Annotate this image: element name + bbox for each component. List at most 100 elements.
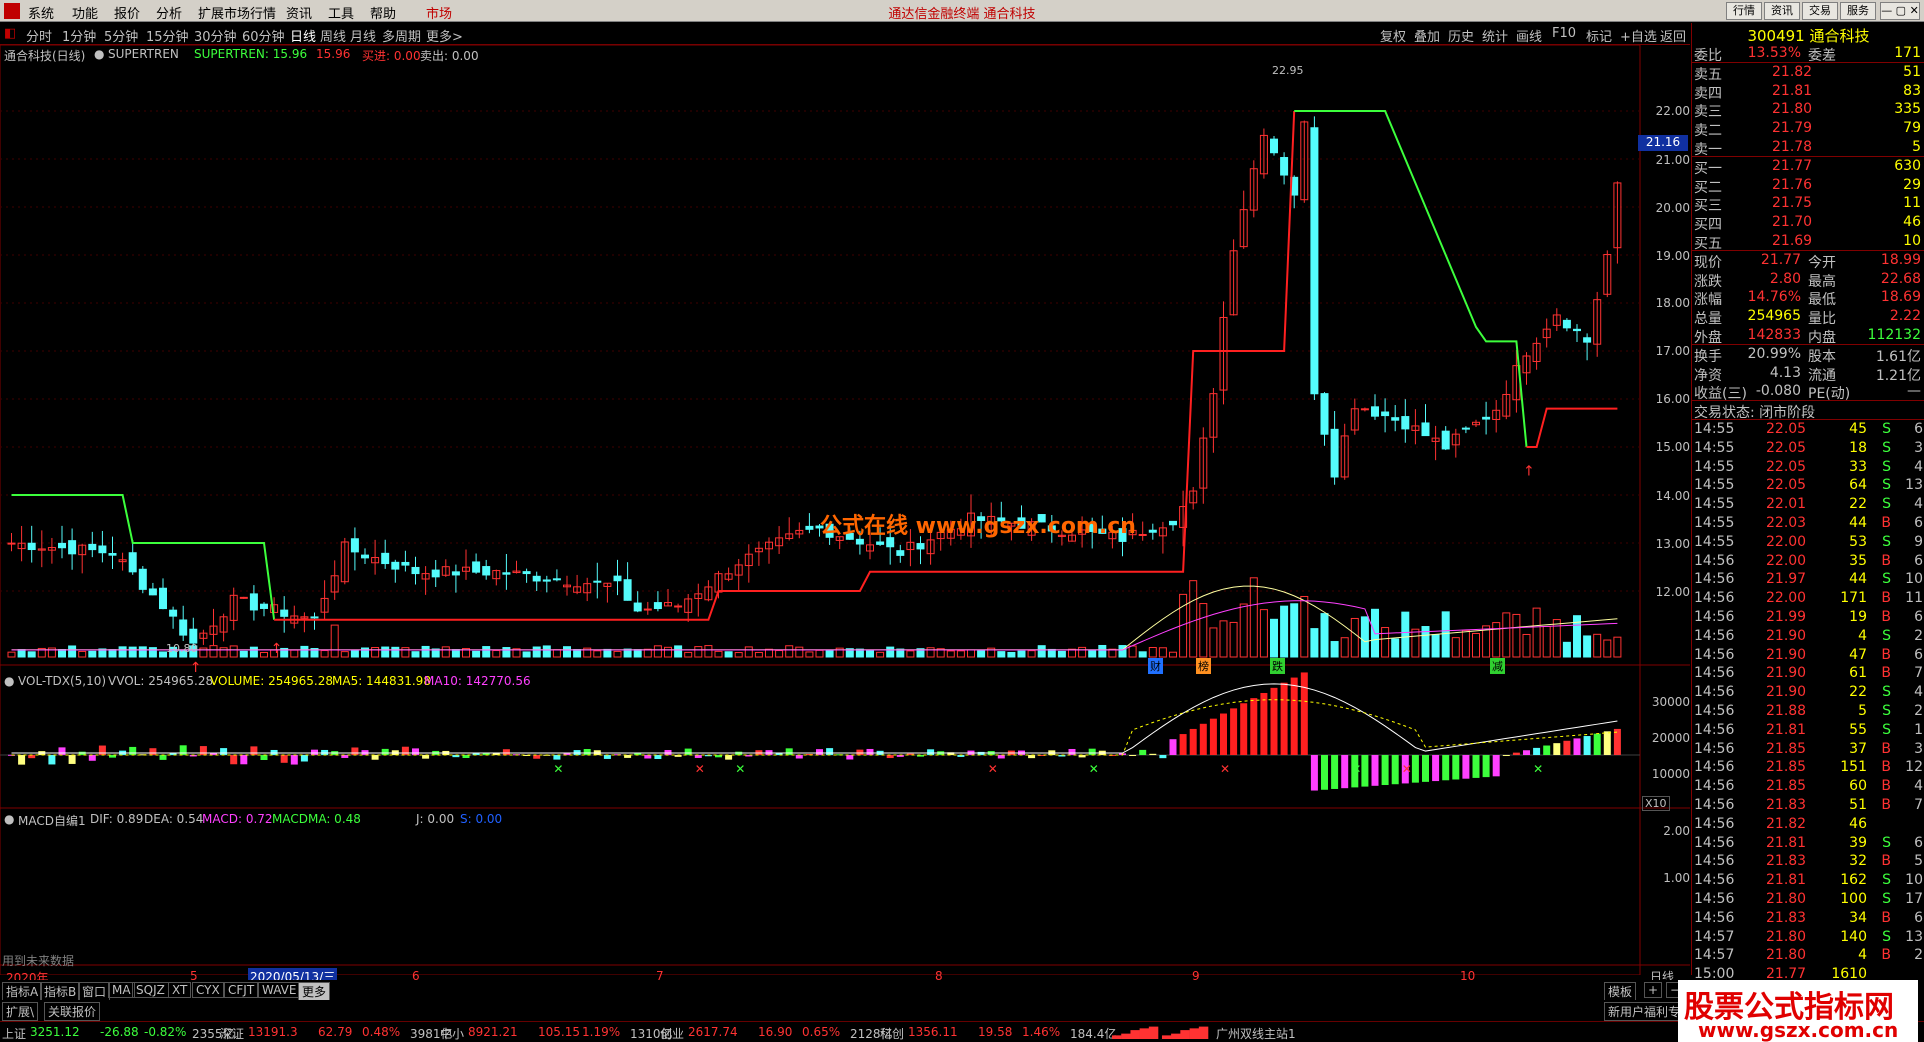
tab-sqjz[interactable]: SQJZ [132, 982, 169, 998]
menu-item-extended-market[interactable]: 扩展市场行情 [198, 3, 276, 22]
tick-price: 21.97 [1766, 571, 1807, 588]
server-station[interactable]: 广州双线主站1 [1216, 1025, 1296, 1042]
tick-price: 21.85 [1766, 759, 1807, 776]
tab-extension[interactable]: 扩展\ [2, 1002, 39, 1021]
menu-item-help[interactable]: 帮助 [370, 3, 396, 22]
tab-more[interactable]: 更多> [426, 26, 463, 45]
tab-5min[interactable]: 5分钟 [104, 26, 138, 45]
tick-count: 13 [1905, 928, 1923, 945]
volume-bar [1138, 651, 1147, 658]
stat-value-2: 112132 [1867, 327, 1921, 343]
tick-row: 14:56 21.99 19 B 6 [1692, 609, 1924, 627]
event-marker-finance[interactable]: 财 [1148, 658, 1163, 674]
macd-histogram-bar [1068, 748, 1076, 755]
tick-side: S [1882, 458, 1891, 475]
volume-bar [694, 646, 703, 658]
stat-value-2: 22.68 [1880, 270, 1921, 287]
volume-bar [795, 646, 804, 658]
tab-cyx[interactable]: CYX [192, 982, 224, 998]
macd-histogram-bar [58, 747, 66, 755]
tab-1min[interactable]: 1分钟 [62, 26, 96, 45]
macd-histogram-bar [1593, 733, 1601, 755]
tab-window[interactable]: 窗口 [78, 982, 111, 1001]
menu-item-system[interactable]: 系统 [28, 3, 54, 22]
index-name: 科创 [880, 1027, 905, 1041]
zoom-in-button[interactable]: + [1644, 982, 1663, 998]
volume-bar [27, 651, 36, 658]
volume-bar [1239, 603, 1248, 658]
tick-time: 14:56 [1694, 684, 1735, 701]
add-watchlist-button[interactable]: +自选 [1620, 26, 1657, 45]
macd-histogram-bar [664, 750, 672, 755]
tick-time: 14:57 [1694, 947, 1735, 964]
tab-cfjt[interactable]: CFJT [224, 982, 259, 998]
draw-line-button[interactable]: 画线 [1516, 26, 1542, 45]
menu-item-function[interactable]: 功能 [72, 3, 98, 22]
volume-bar [249, 646, 258, 658]
menu-toggle-icon[interactable]: ◧ [4, 26, 16, 41]
menu-item-tools[interactable]: 工具 [328, 3, 354, 22]
macd-histogram-bar [866, 748, 874, 755]
volume-bar [785, 645, 794, 658]
tab-indicator-b[interactable]: 指标B [40, 982, 81, 1001]
indicator-dot-icon[interactable]: ● [94, 47, 104, 61]
tab-more-indicators[interactable]: 更多 [298, 982, 331, 1001]
ask-row: 卖五 21.82 51 [1692, 64, 1924, 83]
tick-time: 14:56 [1694, 891, 1735, 907]
tab-indicator-a[interactable]: 指标A [2, 982, 43, 1001]
statistics-button[interactable]: 统计 [1482, 26, 1508, 45]
event-marker-reduce[interactable]: 减 [1490, 658, 1505, 674]
tab-multi-period[interactable]: 多周期 [382, 26, 421, 45]
mark-button[interactable]: 标记 [1586, 26, 1612, 45]
macd-dot-icon[interactable]: ● [4, 812, 14, 826]
tab-intraday[interactable]: 分时 [26, 26, 52, 45]
volume-bar [1219, 620, 1228, 658]
restore-rights-button[interactable]: 复权 [1380, 26, 1406, 45]
candle-body [381, 552, 390, 565]
menu-item-quote[interactable]: 报价 [114, 3, 140, 22]
tab-daily[interactable]: 日线 [290, 26, 316, 45]
service-mode-button[interactable]: 服务 [1840, 2, 1876, 20]
tick-side: B [1881, 740, 1891, 757]
tick-time: 14:56 [1694, 703, 1735, 719]
event-marker-ranking[interactable]: 榜 [1196, 658, 1211, 674]
tab-xt[interactable]: XT [168, 982, 192, 998]
back-button[interactable]: 返回 [1660, 26, 1686, 45]
macd-histogram-bar [260, 755, 268, 760]
macd-histogram-bar [48, 755, 56, 765]
overlay-button[interactable]: 叠加 [1414, 26, 1440, 45]
tab-related-quotes[interactable]: 关联报价 [44, 1002, 101, 1021]
menu-item-analysis[interactable]: 分析 [156, 3, 182, 22]
news-mode-button[interactable]: 资讯 [1764, 2, 1800, 20]
menu-item-news[interactable]: 资讯 [286, 3, 312, 22]
window-controls[interactable]: — ▢ ✕ [1880, 2, 1920, 20]
tab-monthly[interactable]: 月线 [350, 26, 376, 45]
candle-body [1138, 533, 1147, 536]
volume-bar [1310, 628, 1319, 658]
tab-wave[interactable]: WAVE [258, 982, 301, 998]
macd-histogram-bar [1482, 755, 1490, 778]
tab-15min[interactable]: 15分钟 [146, 26, 189, 45]
tab-30min[interactable]: 30分钟 [194, 26, 237, 45]
tick-count: 4 [1914, 458, 1923, 475]
tick-price: 21.90 [1766, 665, 1807, 682]
vol-indicator-name[interactable]: VOL-TDX(5,10) [18, 674, 106, 688]
vol-y-tick-30000: 30000 [1651, 695, 1690, 709]
macd-indicator-name[interactable]: MACD自编1 [18, 812, 86, 829]
index-change: -26.88 [100, 1025, 139, 1039]
template-button[interactable]: 模板 [1604, 982, 1637, 1001]
tab-ma[interactable]: MA [108, 982, 135, 998]
trade-mode-button[interactable]: 交易 [1802, 2, 1838, 20]
tick-count: 13 [1905, 477, 1923, 494]
f10-button[interactable]: F10 [1552, 26, 1576, 41]
event-marker-drop[interactable]: 跌 [1270, 658, 1285, 674]
history-button[interactable]: 历史 [1448, 26, 1474, 45]
tick-time: 14:55 [1694, 421, 1735, 437]
indicator-name[interactable]: SUPERTREN [108, 47, 179, 61]
quote-mode-button[interactable]: 行情 [1726, 2, 1762, 20]
macd-histogram-bar [1310, 755, 1318, 791]
menu-item-market[interactable]: 市场 [426, 3, 452, 22]
vol-dot-icon[interactable]: ● [4, 674, 14, 688]
tab-60min[interactable]: 60分钟 [242, 26, 285, 45]
tab-weekly[interactable]: 周线 [320, 26, 346, 45]
